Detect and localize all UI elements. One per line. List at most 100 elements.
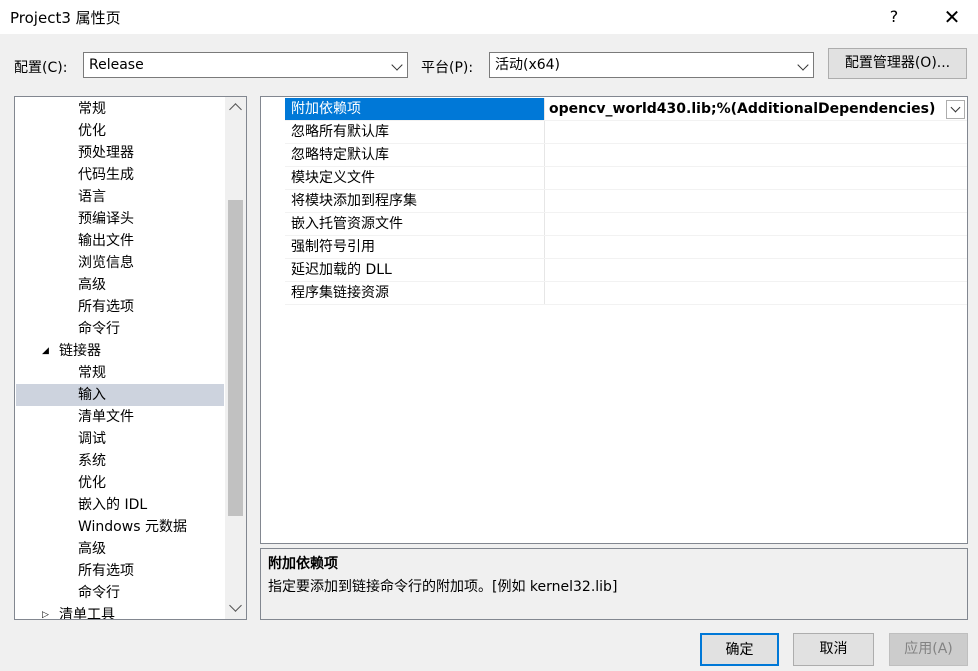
tree-item[interactable]: 输入 <box>16 384 224 406</box>
property-name: 模块定义文件 <box>291 170 375 186</box>
property-value[interactable]: opencv_world430.lib;%(AdditionalDependen… <box>549 98 935 121</box>
property-row[interactable]: 强制符号引用 <box>285 236 967 259</box>
tree-item-label: 输入 <box>78 387 106 403</box>
tree-item[interactable]: 输出文件 <box>16 230 224 252</box>
title-bar <box>0 0 978 34</box>
property-name: 程序集链接资源 <box>291 285 389 301</box>
tree-item-label: 语言 <box>78 189 106 205</box>
tree-item[interactable]: 优化 <box>16 120 224 142</box>
tree-item[interactable]: 代码生成 <box>16 164 224 186</box>
tree-item-label: 调试 <box>78 431 106 447</box>
column-separator <box>544 144 545 167</box>
tree-item[interactable]: Windows 元数据 <box>16 516 224 538</box>
tree-item-label: 优化 <box>78 123 106 139</box>
value-dropdown-button[interactable] <box>946 100 965 119</box>
tree-item[interactable]: 常规 <box>16 362 224 384</box>
column-separator <box>544 190 545 213</box>
property-row[interactable]: 附加依赖项 opencv_world430.lib;%(AdditionalDep… <box>285 98 967 121</box>
property-row[interactable]: 嵌入托管资源文件 <box>285 213 967 236</box>
property-name: 忽略所有默认库 <box>291 124 389 140</box>
platform-dropdown[interactable]: 活动(x64) <box>489 52 814 78</box>
property-row[interactable]: 模块定义文件 <box>285 167 967 190</box>
property-tree[interactable]: 常规 优化 预处理器 代码生成 语言 预编译头 输出文件 浏览信息 高级 所有选项 命令行 ◢ 链接器常… <box>14 96 247 620</box>
tree-item[interactable]: 清单文件 <box>16 406 224 428</box>
tree-item[interactable]: 优化 <box>16 472 224 494</box>
tree-item[interactable]: 预编译头 <box>16 208 224 230</box>
apply-button[interactable]: 应用(A) <box>889 633 968 666</box>
column-separator <box>544 259 545 282</box>
tree-item[interactable]: 嵌入的 IDL <box>16 494 224 516</box>
chevron-down-icon <box>391 59 403 71</box>
scroll-down-icon[interactable] <box>229 599 242 612</box>
description-text: 指定要添加到链接命令行的附加项。[例如 kernel32.lib] <box>268 579 618 595</box>
column-separator <box>544 98 545 121</box>
window-title: Project3 属性页 <box>10 9 121 27</box>
tree-item-label: 所有选项 <box>78 299 134 315</box>
column-separator <box>544 121 545 144</box>
column-separator <box>544 236 545 259</box>
tree-item[interactable]: 高级 <box>16 274 224 296</box>
config-manager-button[interactable]: 配置管理器(O)... <box>828 48 967 79</box>
tree-item[interactable]: 高级 <box>16 538 224 560</box>
property-grid[interactable]: 附加依赖项 opencv_world430.lib;%(AdditionalDep… <box>260 96 968 544</box>
tree-item[interactable]: 所有选项 <box>16 560 224 582</box>
tree-item[interactable]: 常规 <box>16 98 224 120</box>
tree-item-label: 代码生成 <box>78 167 134 183</box>
property-row[interactable]: 忽略所有默认库 <box>285 121 967 144</box>
tree-item-label: 链接器 <box>59 343 101 359</box>
tree-item[interactable]: ▷ 清单工具 <box>16 604 224 619</box>
column-separator <box>544 167 545 190</box>
tree-item[interactable]: 浏览信息 <box>16 252 224 274</box>
description-panel: 附加依赖项 指定要添加到链接命令行的附加项。[例如 kernel32.lib] <box>260 548 968 620</box>
row-divider <box>285 304 967 305</box>
property-name: 强制符号引用 <box>291 239 375 255</box>
tree-item-label: 所有选项 <box>78 563 134 579</box>
chevron-down-icon <box>950 102 961 113</box>
tree-item-label: 命令行 <box>78 585 120 601</box>
tree-item[interactable]: 命令行 <box>16 318 224 340</box>
tree-scrollbar[interactable] <box>225 97 246 619</box>
tree-item[interactable]: 所有选项 <box>16 296 224 318</box>
tree-item[interactable]: 语言 <box>16 186 224 208</box>
tree-item[interactable]: 预处理器 <box>16 142 224 164</box>
tree-item-label: 系统 <box>78 453 106 469</box>
tree-item-label: 输出文件 <box>78 233 134 249</box>
tree-item-label: 高级 <box>78 277 106 293</box>
property-name: 附加依赖项 <box>285 98 544 121</box>
tree-item-label: 优化 <box>78 475 106 491</box>
chevron-down-icon <box>797 59 809 71</box>
tree-item-label: 命令行 <box>78 321 120 337</box>
tree-item-label: 高级 <box>78 541 106 557</box>
help-button[interactable]: ? <box>876 4 912 30</box>
tree-item-label: 常规 <box>78 101 106 117</box>
config-value: Release <box>89 57 144 73</box>
ok-button[interactable]: 确定 <box>700 633 779 666</box>
tree-item-label: 嵌入的 IDL <box>78 497 148 513</box>
config-dropdown[interactable]: Release <box>83 52 408 78</box>
property-row[interactable]: 延迟加载的 DLL <box>285 259 967 282</box>
tree-item-label: 清单文件 <box>78 409 134 425</box>
expander-icon[interactable]: ▷ <box>42 604 49 619</box>
expander-icon[interactable]: ◢ <box>42 340 49 362</box>
property-name: 延迟加载的 DLL <box>291 262 392 278</box>
platform-value: 活动(x64) <box>495 57 561 73</box>
property-row[interactable]: 忽略特定默认库 <box>285 144 967 167</box>
tree-item[interactable]: 调试 <box>16 428 224 450</box>
platform-label: 平台(P): <box>421 60 474 76</box>
tree-item-label: 常规 <box>78 365 106 381</box>
tree-item[interactable]: 系统 <box>16 450 224 472</box>
column-separator <box>544 213 545 236</box>
property-row[interactable]: 程序集链接资源 <box>285 282 967 305</box>
description-title: 附加依赖项 <box>268 556 338 572</box>
close-button[interactable]: ✕ <box>932 4 972 30</box>
property-row[interactable]: 将模块添加到程序集 <box>285 190 967 213</box>
cancel-button[interactable]: 取消 <box>793 633 874 666</box>
tree-item-label: 预编译头 <box>78 211 134 227</box>
scroll-up-icon[interactable] <box>229 103 242 116</box>
tree-item-label: 浏览信息 <box>78 255 134 271</box>
property-name: 忽略特定默认库 <box>291 147 389 163</box>
property-name: 嵌入托管资源文件 <box>291 216 403 232</box>
scroll-thumb[interactable] <box>228 200 243 516</box>
tree-item[interactable]: ◢ 链接器 <box>16 340 224 362</box>
tree-item[interactable]: 命令行 <box>16 582 224 604</box>
